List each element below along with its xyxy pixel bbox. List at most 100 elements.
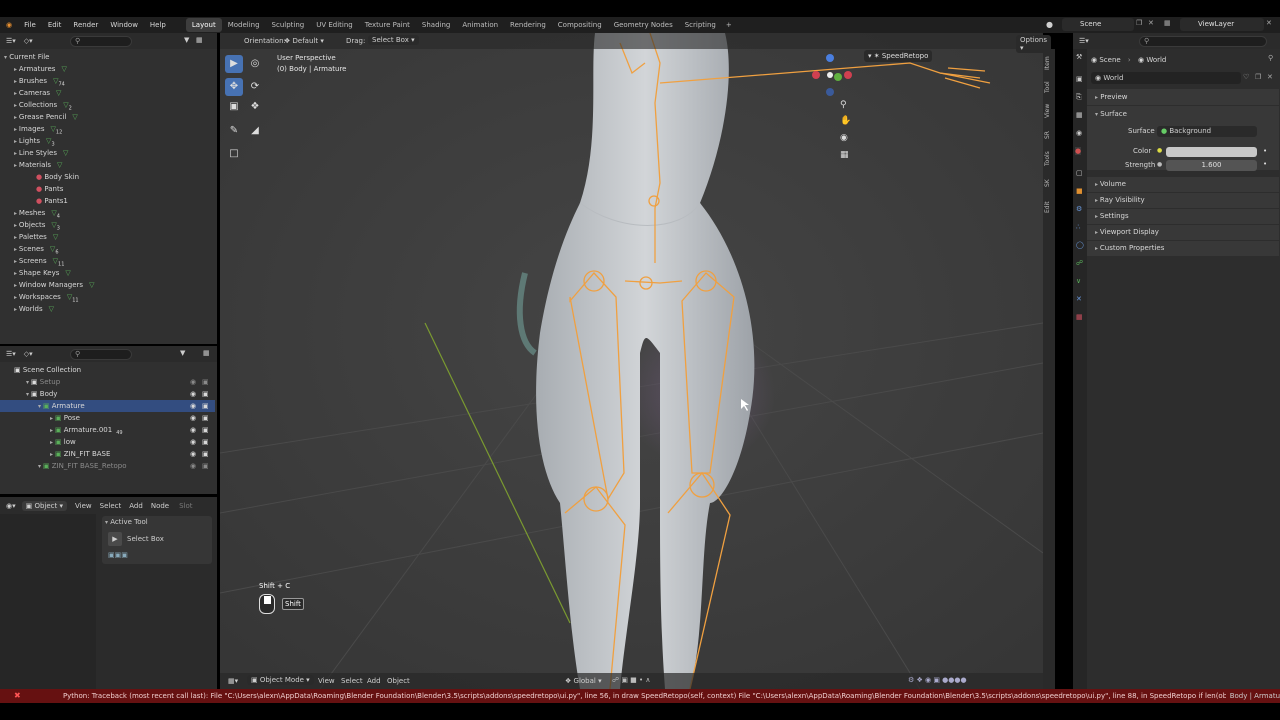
outliner-row[interactable]: ▾ ▣ Body ◉ ▣ [0,388,215,400]
camera-icon[interactable]: ◉ [840,133,848,143]
visibility-eye-icon[interactable]: ◉ [190,412,196,424]
editor-type-icon[interactable]: ☰▾ [6,350,16,358]
visibility-eye-icon[interactable]: ◉ [190,376,196,388]
outliner-row[interactable]: ▣ Scene Collection [0,364,215,376]
scene-search-input[interactable]: ⚲ [70,349,132,360]
view-menu[interactable]: View [75,502,92,510]
object-mode-dropdown[interactable]: ▣ Object Mode ▾ [247,675,314,685]
datablock-item[interactable]: ▸ Grease Pencil ▽ [14,111,78,123]
render-camera-icon[interactable]: ▣ [202,412,209,424]
select-menu[interactable]: Select [100,502,122,510]
workspace-tab-layout[interactable]: Layout [185,18,222,32]
workspace-tab-sculpting[interactable]: Sculpting [266,18,311,32]
editor-type-icon[interactable]: ▦▾ [228,677,238,685]
delete-viewlayer-icon[interactable]: ✕ [1266,19,1272,27]
drag-dropdown[interactable]: Select Box ▾ [368,35,419,45]
selection-mode-icons[interactable]: ▣▣▣ [108,551,128,559]
visibility-eye-icon[interactable]: ◉ [190,400,196,412]
tool-tab-icon[interactable]: ⚒ [1076,53,1082,61]
constraints-tab-icon[interactable]: ☍ [1076,259,1083,267]
delete-scene-icon[interactable]: ✕ [1148,19,1154,27]
visibility-eye-icon[interactable]: ◉ [190,460,196,472]
visibility-eye-icon[interactable]: ◉ [190,436,196,448]
datablock-item[interactable]: ▸ Shape Keys ▽ [14,267,71,279]
section-viewport-display[interactable]: ▸ Viewport Display [1087,225,1279,240]
datablock-item[interactable]: ▸ Images ▽12 [14,123,62,135]
datablock-item[interactable]: ▸ Lights ▽3 [14,135,55,147]
pan-hand-icon[interactable]: ✋ [840,116,851,126]
datablock-item[interactable]: ▸ Cameras ▽ [14,87,61,99]
workspace-tab-rendering[interactable]: Rendering [504,18,552,32]
editor-type-icon[interactable]: ◉▾ [6,502,16,510]
datablock-item[interactable]: ▸ Brushes ▽74 [14,75,65,87]
sidebar-tab-item[interactable]: Item [1044,53,1054,73]
data-tab-icon[interactable]: ∨ [1076,277,1081,285]
orientation-dropdown[interactable]: ❖ Default ▾ [284,37,324,45]
view-menu[interactable]: View [318,677,335,685]
shading-buttons[interactable]: ⚙ ❖ ◉ ▣ ●●●● [908,676,967,684]
outliner-row[interactable]: ▾ ▣ Setup ◉ ▣ [0,376,215,388]
annotate-tool-button[interactable]: ✎ [225,122,243,140]
slot-menu[interactable]: Slot [179,502,192,510]
material-item[interactable]: ● Pants1 [36,195,68,207]
workspace-tab-modeling[interactable]: Modeling [222,18,266,32]
grid-ortho-icon[interactable]: ▦ [840,150,849,160]
color-socket-icon[interactable]: ● [1157,147,1162,154]
navigation-gizmo[interactable] [808,50,858,100]
filter-icon[interactable]: ▼ [184,36,189,44]
datablock-item[interactable]: ▸ Worlds ▽ [14,303,54,315]
outliner-row[interactable]: ▸ ▣ ZIN_FIT BASE ◉ ▣ [0,448,215,460]
collection-tab-icon[interactable]: ▢ [1076,169,1083,177]
strength-socket-icon[interactable]: ● [1157,161,1162,168]
outliner-root[interactable]: ▾ Current File [4,51,49,63]
sidebar-tab-sr[interactable]: SR [1044,125,1054,145]
menu-edit[interactable]: Edit [42,17,68,33]
properties-search-input[interactable]: ⚲ [1139,36,1267,47]
section-custom-properties[interactable]: ▸ Custom Properties [1087,241,1279,256]
color-dot-icon[interactable]: • [1263,147,1267,155]
menu-file[interactable]: File [18,17,42,33]
outliner-row[interactable]: ▸ ▣ low ◉ ▣ [0,436,215,448]
blender-logo-icon[interactable]: ◉ [0,17,18,33]
add-menu[interactable]: Add [129,502,143,510]
breadcrumb-scene[interactable]: Scene [1099,56,1120,64]
transform-orientation-dropdown[interactable]: ❖ Global ▾ [565,677,602,685]
menu-help[interactable]: Help [144,17,172,33]
datablock-item[interactable]: ▸ Collections ▽2 [14,99,72,111]
viewlayer-selector[interactable]: ViewLayer [1180,18,1264,31]
outliner-row[interactable]: ▸ ▣ Armature.001 49 ◉ ▣ [0,424,215,436]
workspace-tab-shading[interactable]: Shading [416,18,456,32]
speedretopo-tab[interactable]: ▾ ✶ SpeedRetopo [864,50,933,62]
menu-window[interactable]: Window [104,17,144,33]
sidebar-tab-tools[interactable]: Tools [1044,149,1054,169]
active-tool-title[interactable]: ▾ Active Tool [105,518,148,526]
new-collection-icon[interactable]: ▦ [203,349,210,357]
visibility-eye-icon[interactable]: ◉ [190,424,196,436]
modifiers-tab-icon[interactable]: ⚙ [1076,205,1082,213]
sidebar-tab-edit[interactable]: Edit [1044,197,1054,217]
section-ray-visibility[interactable]: ▸ Ray Visibility [1087,193,1279,208]
datablock-item[interactable]: ▸ Workspaces ▽11 [14,291,79,303]
render-camera-icon[interactable]: ▣ [202,460,209,472]
object-menu[interactable]: Object [387,677,410,685]
display-mode-icon[interactable]: ◇▾ [24,37,33,45]
datablock-item[interactable]: ▸ Armatures ▽ [14,63,67,75]
object-tab-icon[interactable]: ■ [1076,187,1083,195]
scene-selector[interactable]: Scene [1062,18,1134,31]
texture-tab-icon[interactable]: ▦ [1076,313,1083,321]
editor-type-icon[interactable]: ☰▾ [1079,37,1089,45]
section-preview[interactable]: ▸ Preview [1087,89,1279,105]
breadcrumb-world[interactable]: World [1146,56,1166,64]
section-settings[interactable]: ▸ Settings [1087,209,1279,224]
datablock-item[interactable]: ▸ Materials ▽ [14,159,62,171]
workspace-tab-animation[interactable]: Animation [456,18,504,32]
world-tab-icon[interactable]: ● [1075,147,1082,155]
new-collection-icon[interactable]: ▦ [196,36,203,44]
snapping-icons[interactable]: ☍ ▣ ■ • ∧ [612,676,650,684]
particles-tab-icon[interactable]: ∴ [1076,223,1080,231]
render-tab-icon[interactable]: ▣ [1076,75,1083,83]
pin-icon[interactable]: ⚲ [1268,54,1273,62]
unlink-icon[interactable]: ✕ [1267,73,1273,81]
3d-viewport[interactable] [220,33,1043,689]
mode-dropdown[interactable]: ▣ Object ▾ [21,500,68,511]
